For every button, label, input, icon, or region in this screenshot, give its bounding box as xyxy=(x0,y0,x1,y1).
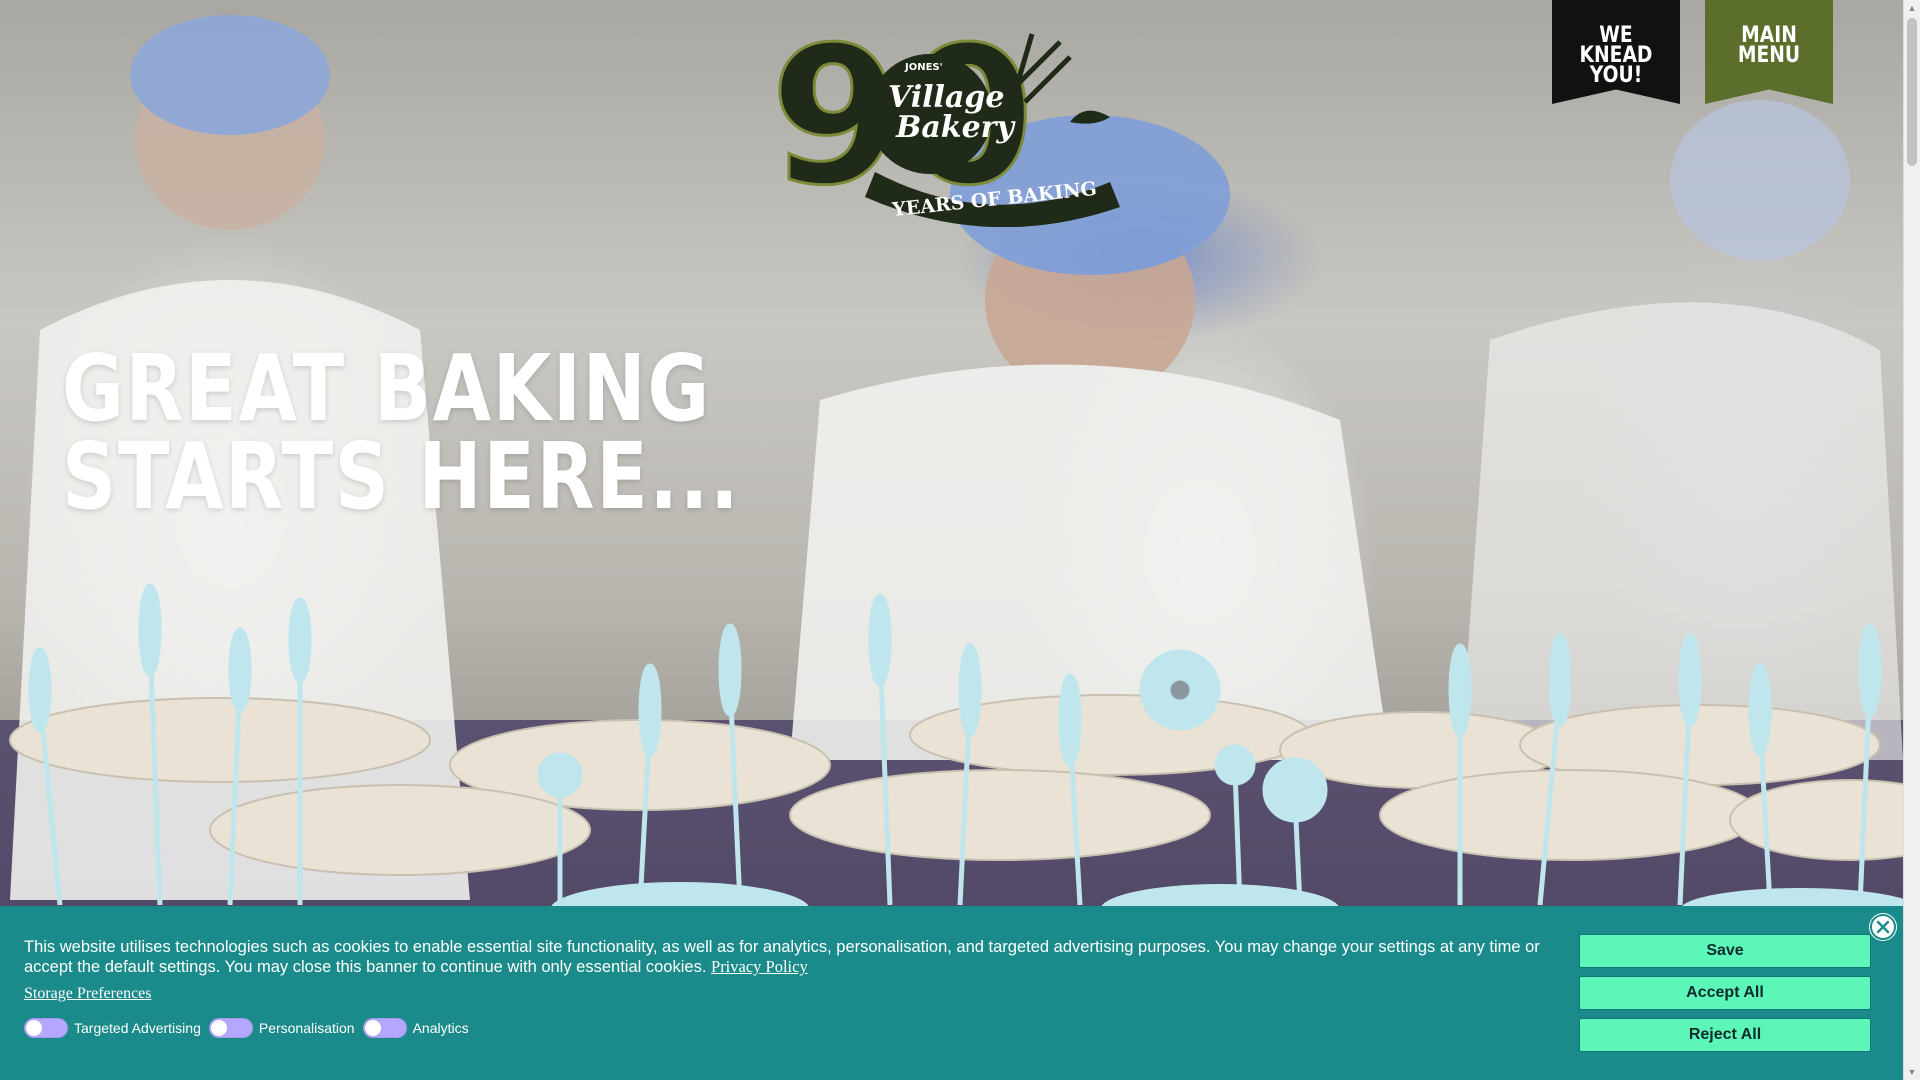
toggle-switch[interactable] xyxy=(208,1018,253,1038)
flower-icon xyxy=(1139,649,1221,731)
storage-preferences-link[interactable]: Storage Preferences xyxy=(24,985,152,1003)
we-knead-you-button[interactable]: WE KNEAD YOU! xyxy=(1552,0,1680,104)
hero-title-line1: GREAT BAKING xyxy=(62,335,711,442)
privacy-policy-link[interactable]: Privacy Policy xyxy=(711,957,808,976)
toggle-personalisation[interactable]: Personalisation xyxy=(208,1018,355,1038)
cookie-banner: This website utilises technologies such … xyxy=(0,906,1903,1080)
toggle-label: Personalisation xyxy=(258,1020,355,1036)
toggle-label: Analytics xyxy=(412,1020,469,1036)
toggle-switch[interactable] xyxy=(362,1018,407,1038)
hero-title-line2: STARTS HERE... xyxy=(62,423,741,530)
main-menu-button[interactable]: MAIN MENU xyxy=(1705,0,1833,104)
toggle-analytics[interactable]: Analytics xyxy=(362,1018,469,1038)
arrow-up-icon[interactable]: ▲ xyxy=(1904,0,1920,16)
toggle-switch[interactable] xyxy=(24,1018,68,1038)
arrow-down-icon[interactable]: ▼ xyxy=(1904,1064,1920,1080)
consent-toggles: Targeted Advertising Personalisation Ana… xyxy=(24,1018,477,1038)
close-icon xyxy=(1876,920,1890,934)
close-banner-button[interactable] xyxy=(1870,914,1896,940)
viewport: 90 JONES' Village Bakery YEARS OF BAKING… xyxy=(0,0,1903,1080)
logo-maker: JONES' xyxy=(904,62,943,73)
logo-90-years[interactable]: 90 JONES' Village Bakery YEARS OF BAKING xyxy=(769,5,1130,229)
logo-brand-line2: Bakery xyxy=(895,110,1016,145)
hero-title: GREAT BAKING STARTS HERE... xyxy=(62,335,741,530)
page-scrollbar[interactable]: ▲ ▼ xyxy=(1903,0,1920,1080)
logo-graphic: 90 JONES' Village Bakery YEARS OF BAKING xyxy=(769,5,1120,229)
toggle-targeted-advertising[interactable]: Targeted Advertising xyxy=(24,1018,201,1038)
toggle-label: Targeted Advertising xyxy=(74,1020,201,1036)
accept-all-button[interactable]: Accept All xyxy=(1579,976,1871,1010)
save-button[interactable]: Save xyxy=(1579,934,1871,968)
reject-all-button[interactable]: Reject All xyxy=(1579,1018,1871,1052)
scrollbar-thumb[interactable] xyxy=(1907,18,1917,166)
cookie-message-paragraph: This website utilises technologies such … xyxy=(24,937,1554,977)
